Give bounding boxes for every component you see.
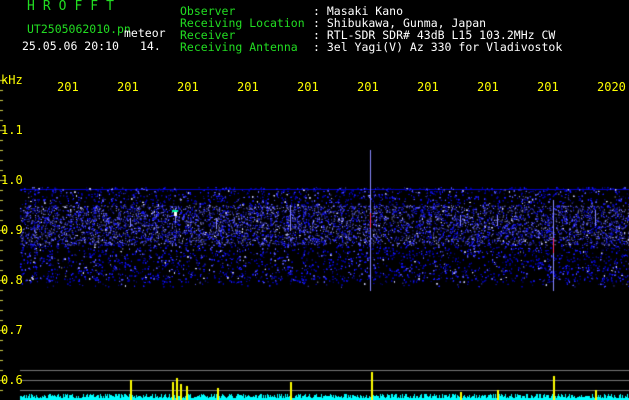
minute-label: 14. (140, 39, 161, 53)
y-tick-label: 0.6 (1, 373, 23, 387)
y-tick-label: 1.1 (1, 123, 23, 137)
x-tick-label: 201 (177, 80, 199, 94)
datetime-label: 25.05.06 20:10 (22, 39, 119, 53)
x-tick-label: 201 (417, 80, 439, 94)
mode-tag: meteor (124, 26, 166, 40)
hrofft-window: HROFFT UT2505062010.pn meteor 25.05.06 2… (0, 0, 629, 400)
x-tick-label: 2020 (597, 80, 626, 94)
x-tick-label: 201 (57, 80, 79, 94)
x-tick-label: 201 (237, 80, 259, 94)
y-tick-label: 1.0 (1, 173, 23, 187)
y-tick-label: 0.7 (1, 323, 23, 337)
antenna-label: Receiving Antenna (180, 40, 298, 54)
x-tick-label: 201 (537, 80, 559, 94)
antenna-value: : 3el Yagi(V) Az 330 for Vladivostok (313, 40, 563, 54)
brand-title: HROFFT (27, 0, 122, 14)
x-tick-label: 201 (357, 80, 379, 94)
spectrogram-canvas (0, 0, 629, 400)
y-tick-label: 0.8 (1, 273, 23, 287)
x-tick-label: 201 (477, 80, 499, 94)
y-tick-label: 0.9 (1, 223, 23, 237)
x-tick-label: 201 (117, 80, 139, 94)
x-tick-label: 201 (297, 80, 319, 94)
y-axis-unit: kHz (1, 73, 23, 87)
filename-label: UT2505062010.pn (27, 22, 131, 36)
